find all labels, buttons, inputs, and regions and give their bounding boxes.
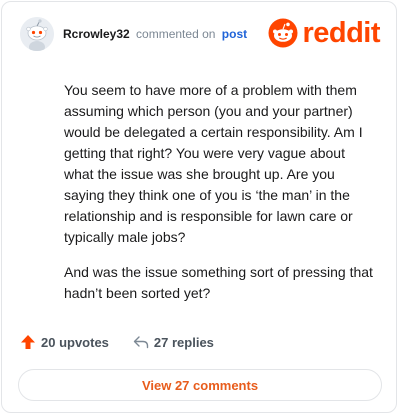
comment-card: Rcrowley32 commented on post reddit You … xyxy=(1,1,397,413)
comment-paragraph: And was the issue something sort of pres… xyxy=(64,264,373,301)
commented-on-text: commented on xyxy=(136,27,216,41)
view-comments-button[interactable]: View 27 comments xyxy=(18,369,382,401)
user-avatar[interactable] xyxy=(20,17,54,51)
reply-arrow-icon xyxy=(133,336,149,349)
reddit-logo[interactable]: reddit xyxy=(268,18,380,48)
comment-paragraph: You seem to have more of a problem with … xyxy=(64,82,363,245)
username-link[interactable]: Rcrowley32 xyxy=(63,27,130,41)
comment-body: You seem to have more of a problem with … xyxy=(64,80,374,318)
arrow-up-icon xyxy=(21,335,35,349)
reddit-snoo-icon xyxy=(268,18,298,48)
replies-count: 27 replies xyxy=(153,334,214,350)
reddit-wordmark: reddit xyxy=(302,17,380,49)
upvote-count: 20 upvotes xyxy=(41,334,109,350)
upvote-button[interactable]: 20 upvotes xyxy=(20,334,109,350)
comment-header: Rcrowley32 commented on post reddit xyxy=(20,14,380,54)
replies-button[interactable]: 27 replies xyxy=(133,335,214,350)
snoo-avatar-icon xyxy=(20,17,54,51)
comment-actions: 20 upvotes 27 replies xyxy=(20,334,214,350)
comment-byline: Rcrowley32 commented on post xyxy=(63,27,247,41)
post-link[interactable]: post xyxy=(222,27,247,41)
